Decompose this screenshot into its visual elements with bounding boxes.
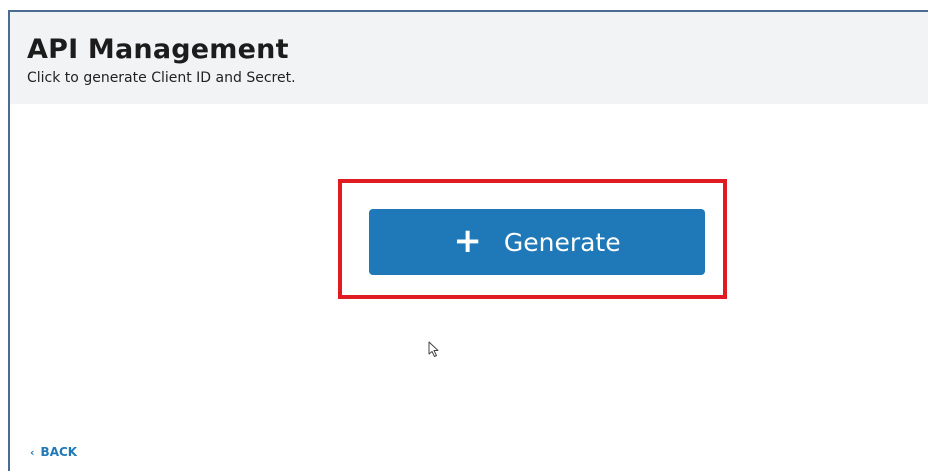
page-subtitle: Click to generate Client ID and Secret. xyxy=(27,70,296,86)
chevron-left-icon: ‹ xyxy=(30,445,35,459)
generate-button[interactable]: + Generate xyxy=(369,209,705,275)
plus-icon: + xyxy=(453,220,482,261)
app-window: API Management Click to generate Client … xyxy=(8,10,928,471)
back-link[interactable]: ‹ BACK xyxy=(30,445,77,459)
page-header: API Management Click to generate Client … xyxy=(10,12,928,104)
back-label: BACK xyxy=(40,445,78,459)
generate-button-label: Generate xyxy=(503,227,621,257)
mouse-cursor-icon xyxy=(428,341,439,357)
page-title: API Management xyxy=(27,34,289,65)
